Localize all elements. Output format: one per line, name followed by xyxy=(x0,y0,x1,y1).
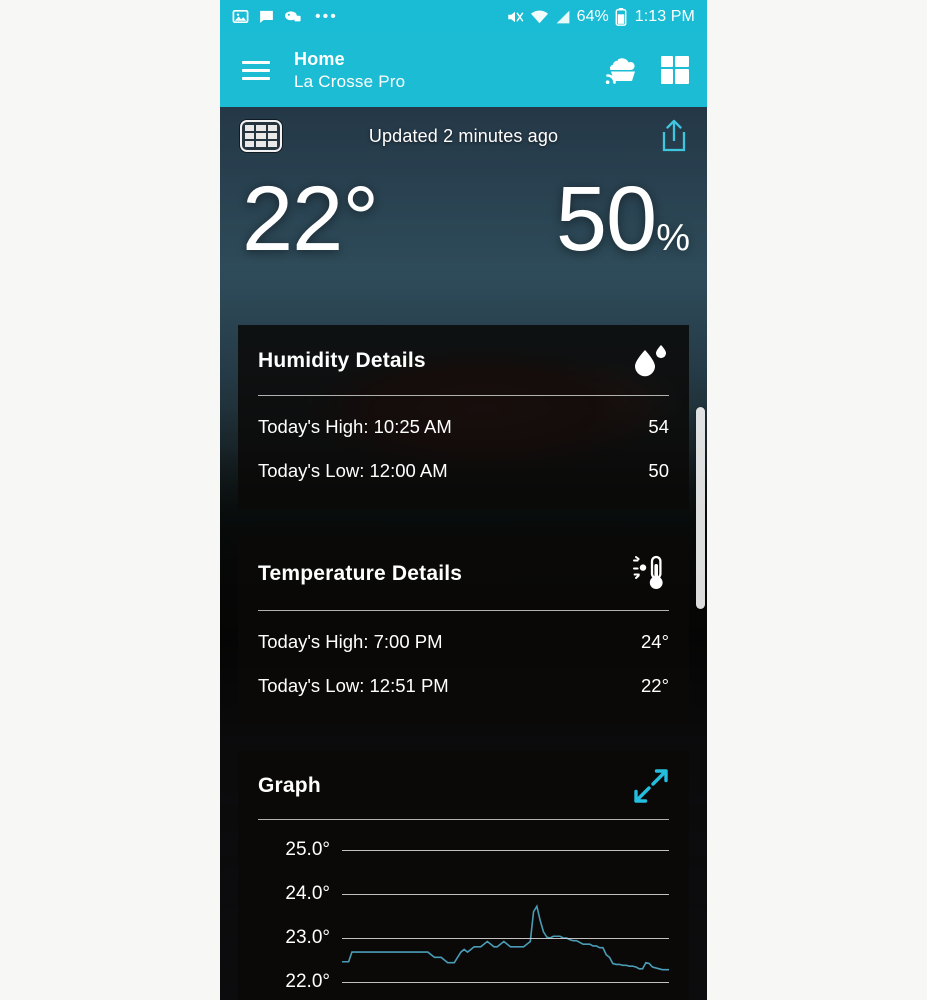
temperature-high-value: 24° xyxy=(641,631,669,652)
humidity-high-label: Today's High: 10:25 AM xyxy=(258,416,452,437)
temperature-card-divider xyxy=(258,610,669,611)
battery-icon xyxy=(615,7,627,26)
graph-y-tick-label: 24.0° xyxy=(285,883,330,904)
status-bar: ••• 64% 1:13 PM xyxy=(220,0,707,33)
temperature-card-title: Temperature Details xyxy=(258,562,463,585)
graph-card-title: Graph xyxy=(258,774,321,797)
status-bar-clock: 1:13 PM xyxy=(634,7,695,25)
app-bar: Home La Crosse Pro xyxy=(220,33,707,107)
graph-card-divider xyxy=(258,819,669,820)
humidity-card-divider xyxy=(258,395,669,396)
app-bar-titles: Home La Crosse Pro xyxy=(294,49,405,90)
wifi-icon xyxy=(530,8,549,25)
temperature-high-label: Today's High: 7:00 PM xyxy=(258,631,443,652)
humidity-card-title: Humidity Details xyxy=(258,349,426,372)
humidity-unit: % xyxy=(656,217,690,259)
graph-gridline xyxy=(342,938,669,940)
graph-card-header: Graph xyxy=(258,769,669,819)
humidity-high-row: Today's High: 10:25 AM 54 xyxy=(258,396,669,440)
expand-arrows-icon[interactable] xyxy=(633,769,669,803)
temperature-details-card[interactable]: Temperature Details Today's High: 7:00 P… xyxy=(238,536,689,725)
card-gap xyxy=(220,510,707,536)
phone-viewport: ••• 64% 1:13 PM Home La Crosse Pro Updat… xyxy=(220,0,707,1000)
humidity-high-value: 54 xyxy=(648,416,669,437)
temperature-low-row: Today's Low: 12:51 PM 22° xyxy=(258,655,669,719)
graph-plot-area[interactable]: 25.0°24.0°23.0°22.0°21.0° xyxy=(258,824,669,1000)
weather-station-icon[interactable] xyxy=(605,55,639,85)
temperature-low-value: 22° xyxy=(641,675,669,696)
card-gap-2 xyxy=(220,725,707,751)
hamburger-menu-icon[interactable] xyxy=(242,60,270,80)
graph-y-tick-label: 25.0° xyxy=(285,839,330,860)
humidity-card-header: Humidity Details xyxy=(258,343,669,395)
cell-signal-icon xyxy=(555,9,571,25)
app-bar-actions xyxy=(605,55,689,85)
humidity-low-row: Today's Low: 12:00 AM 50 xyxy=(258,440,669,504)
vertical-scrollbar-thumb[interactable] xyxy=(696,407,705,609)
more-dots-icon: ••• xyxy=(315,7,338,25)
page-subtitle: La Crosse Pro xyxy=(294,71,406,91)
table-layout-icon[interactable] xyxy=(240,120,282,152)
graph-y-tick-label: 22.0° xyxy=(285,971,330,992)
graph-gridline xyxy=(342,850,669,852)
current-temperature: 22° xyxy=(242,168,379,270)
temperature-card-header: Temperature Details xyxy=(258,554,669,610)
screenshot-stage: ••• 64% 1:13 PM Home La Crosse Pro Updat… xyxy=(0,0,927,1000)
thermometer-sun-icon xyxy=(629,554,669,594)
graph-y-tick-label: 23.0° xyxy=(285,927,330,948)
updated-bar: Updated 2 minutes ago xyxy=(220,107,707,165)
volume-mute-icon xyxy=(506,8,524,26)
status-bar-left-icons: ••• xyxy=(232,8,338,26)
current-humidity: 50% xyxy=(556,173,690,265)
dashboard-grid-icon[interactable] xyxy=(661,56,689,84)
status-bar-right-icons: 64% 1:13 PM xyxy=(506,7,695,26)
water-drop-icon xyxy=(629,343,669,379)
battery-percent-label: 64% xyxy=(576,7,609,25)
humidity-low-value: 50 xyxy=(648,460,669,481)
updated-timestamp: Updated 2 minutes ago xyxy=(368,125,559,146)
share-icon[interactable] xyxy=(659,119,689,153)
message-icon xyxy=(258,8,275,25)
graph-plot xyxy=(342,824,669,1000)
humidity-details-card[interactable]: Humidity Details Today's High: 10:25 AM … xyxy=(238,325,689,510)
graph-card[interactable]: Graph 25.0°24.0°23.0°22.0°21.0° xyxy=(238,751,689,1000)
graph-gridline xyxy=(342,982,669,984)
graph-y-axis-labels: 25.0°24.0°23.0°22.0°21.0° xyxy=(258,824,330,1000)
temperature-low-label: Today's Low: 12:51 PM xyxy=(258,675,449,696)
game-controller-icon xyxy=(284,8,302,25)
scroll-content[interactable]: Updated 2 minutes ago 22° 50% Humidity D… xyxy=(220,107,707,1000)
page-title: Home xyxy=(294,49,345,70)
temperature-high-row: Today's High: 7:00 PM 24° xyxy=(258,611,669,655)
humidity-low-label: Today's Low: 12:00 AM xyxy=(258,460,448,481)
current-readings: 22° 50% xyxy=(220,165,707,325)
current-humidity-value: 50 xyxy=(555,168,657,270)
graph-gridline xyxy=(342,894,669,896)
image-icon xyxy=(232,8,249,25)
